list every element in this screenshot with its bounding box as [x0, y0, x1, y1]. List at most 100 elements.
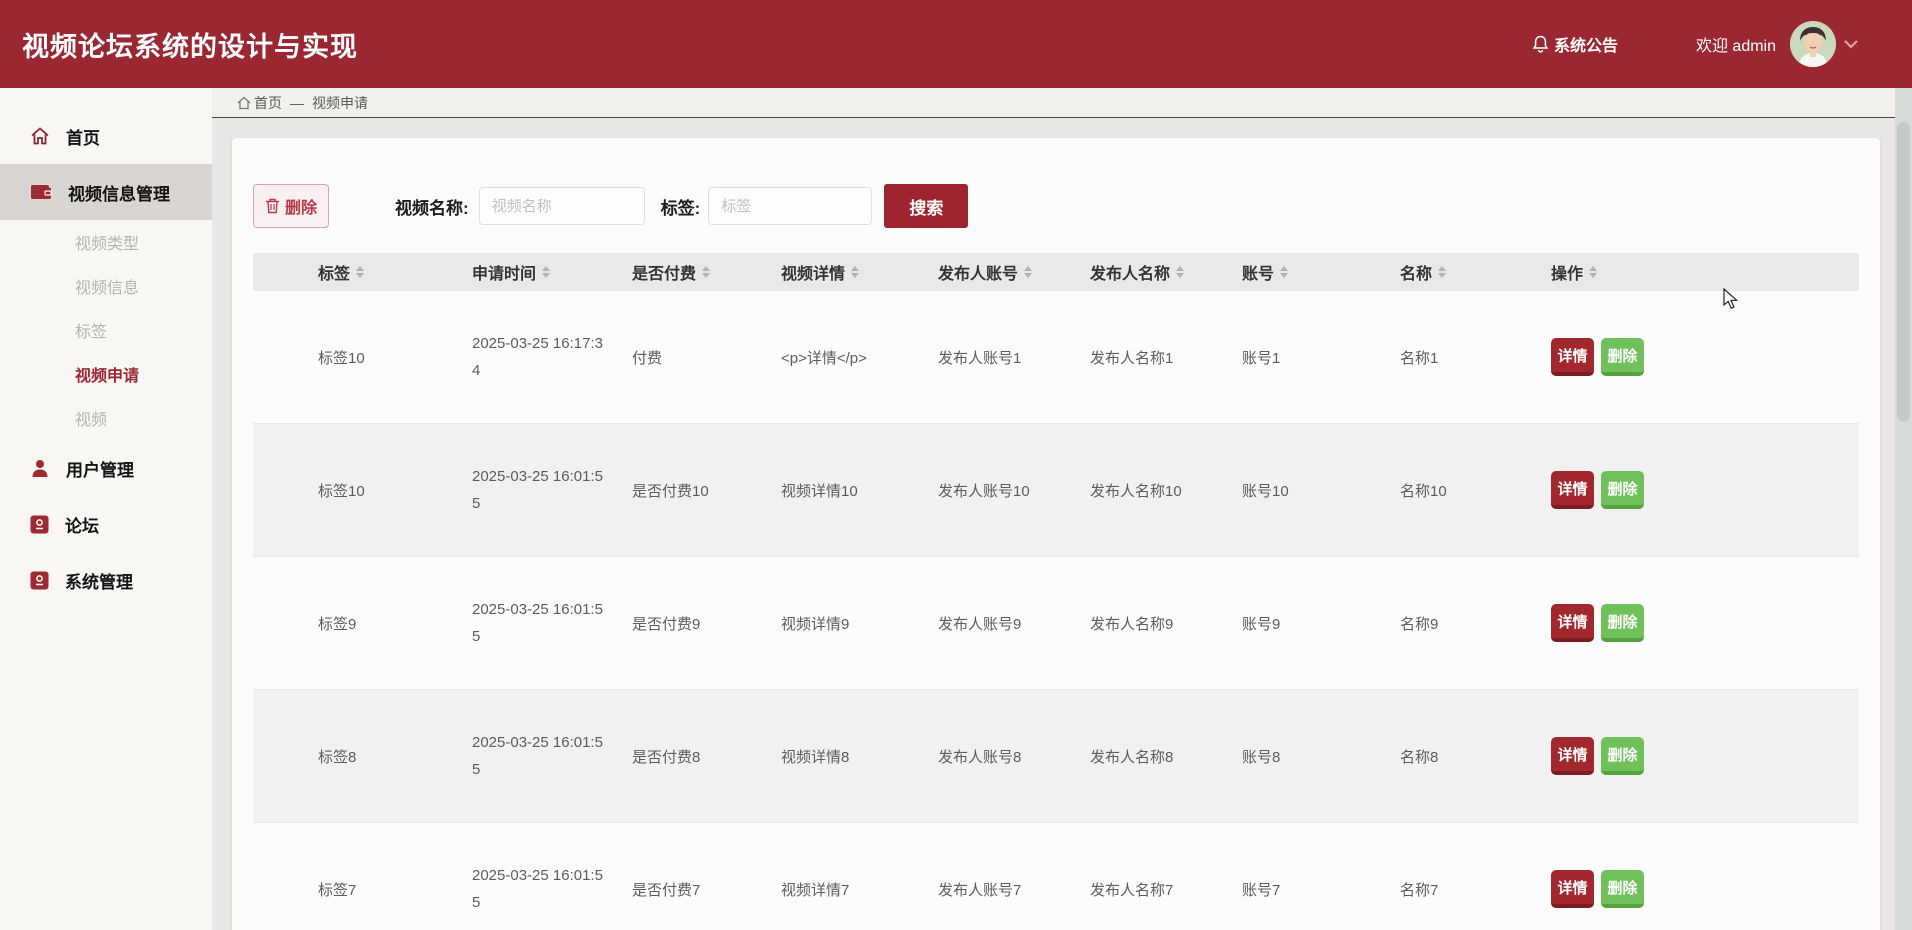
app-header: 视频论坛系统的设计与实现 系统公告 欢迎 admin [0, 0, 1912, 88]
bulk-delete-button[interactable]: 删除 [253, 184, 330, 228]
video-name-label: 视频名称: [395, 198, 469, 218]
cell-account: 账号8 [1242, 748, 1281, 766]
cell-publisher-name: 发布人名称9 [1090, 615, 1174, 633]
sidebar-item-label: 论坛 [65, 516, 99, 536]
cell-publisher-name: 发布人名称7 [1090, 881, 1174, 899]
sidebar-item-home[interactable]: 首页 [0, 108, 212, 164]
table-row: 标签7 2025-03-25 16:01:55 是否付费7 视频详情7 发布人账… [253, 823, 1859, 930]
column-header-paid[interactable]: 是否付费 [632, 260, 781, 284]
user-menu[interactable] [1790, 21, 1858, 67]
trash-icon [265, 198, 280, 214]
row-detail-button[interactable]: 详情 [1551, 870, 1594, 908]
cell-publisher-name: 发布人名称8 [1090, 748, 1174, 766]
sidebar-subitem-video-apply[interactable]: 视频申请 [0, 352, 212, 396]
cell-paid: 是否付费8 [632, 748, 701, 766]
cell-publisher-account: 发布人账号10 [938, 482, 1030, 500]
cell-publisher-account: 发布人账号8 [938, 748, 1022, 766]
cell-apply-time: 2025-03-25 16:17:34 [472, 335, 603, 379]
cell-name: 名称1 [1400, 349, 1439, 367]
row-delete-button[interactable]: 删除 [1601, 737, 1644, 775]
sort-icons [1438, 266, 1447, 278]
breadcrumb-home-icon [237, 96, 251, 110]
breadcrumb: 首页 — 视频申请 [212, 88, 1912, 118]
avatar[interactable] [1790, 21, 1836, 67]
data-table: 标签 申请时间 是否付费 视频详情 发布人账号 发布人名称 账号 名称 操作 标… [253, 253, 1859, 930]
sort-icons [1280, 266, 1289, 278]
cell-publisher-name: 发布人名称10 [1090, 482, 1182, 500]
sidebar-subitem-video-info[interactable]: 视频信息 [0, 264, 212, 308]
user-icon [30, 458, 50, 478]
column-header-video-detail[interactable]: 视频详情 [781, 260, 938, 284]
row-delete-button[interactable]: 删除 [1601, 604, 1644, 642]
cell-account: 账号1 [1242, 349, 1281, 367]
row-detail-button[interactable]: 详情 [1551, 471, 1594, 509]
sidebar-item-system-management[interactable]: 系统管理 [0, 552, 212, 608]
announcement-label: 系统公告 [1553, 38, 1618, 55]
sidebar-subitem-label: 视频类型 [75, 236, 140, 253]
row-detail-button[interactable]: 详情 [1551, 737, 1594, 775]
bell-icon [1532, 35, 1549, 53]
cell-publisher-account: 发布人账号1 [938, 349, 1022, 367]
cell-video-detail: 视频详情7 [781, 881, 850, 899]
bulk-delete-label: 删除 [285, 200, 318, 217]
row-detail-button[interactable]: 详情 [1551, 604, 1594, 642]
sidebar-item-label: 系统管理 [65, 572, 133, 592]
sidebar-item-forum[interactable]: 论坛 [0, 496, 212, 552]
cell-publisher-name: 发布人名称1 [1090, 349, 1174, 367]
column-header-tag[interactable]: 标签 [318, 260, 472, 284]
row-delete-button[interactable]: 删除 [1601, 471, 1644, 509]
video-name-input[interactable] [478, 187, 645, 225]
cell-account: 账号7 [1242, 881, 1281, 899]
sort-icons [542, 266, 551, 278]
sidebar: 首页 视频信息管理 视频类型 视频信息 标签 视频申请 视频 用户管理 论坛 系… [0, 88, 212, 930]
column-header-actions[interactable]: 操作 [1551, 260, 1859, 284]
row-delete-button[interactable]: 删除 [1601, 870, 1644, 908]
scrollbar-thumb[interactable] [1897, 122, 1910, 422]
sidebar-item-label: 视频信息管理 [68, 184, 170, 204]
cell-publisher-account: 发布人账号7 [938, 881, 1022, 899]
cell-paid: 是否付费10 [632, 482, 709, 500]
cell-tag: 标签8 [318, 748, 357, 766]
column-header-name[interactable]: 名称 [1400, 260, 1551, 284]
row-detail-button[interactable]: 详情 [1551, 338, 1594, 376]
cell-video-detail: 视频详情8 [781, 748, 850, 766]
cell-account: 账号9 [1242, 615, 1281, 633]
table-row: 标签8 2025-03-25 16:01:55 是否付费8 视频详情8 发布人账… [253, 690, 1859, 823]
cell-tag: 标签10 [318, 349, 365, 367]
sidebar-subitem-video[interactable]: 视频 [0, 396, 212, 440]
chevron-down-icon [1844, 39, 1858, 49]
sort-icons [851, 266, 860, 278]
sidebar-item-video-management[interactable]: 视频信息管理 [0, 164, 212, 220]
cell-video-detail: 视频详情10 [781, 482, 858, 500]
main-content: 删除 视频名称: 标签: 搜索 标签 申请时间 是否付费 视频详情 发布人账号 … [212, 119, 1912, 930]
cell-publisher-account: 发布人账号9 [938, 615, 1022, 633]
cell-actions: 详情 删除 [1551, 737, 1859, 775]
system-icon [30, 571, 49, 590]
app-title: 视频论坛系统的设计与实现 [22, 31, 358, 62]
sidebar-item-label: 首页 [66, 128, 100, 148]
sidebar-subitem-label: 视频信息 [75, 280, 140, 297]
cell-apply-time: 2025-03-25 16:01:55 [472, 867, 603, 911]
sort-icons [356, 266, 365, 278]
sidebar-subitem-label: 视频 [75, 412, 108, 429]
cell-name: 名称7 [1400, 881, 1439, 899]
vertical-scrollbar[interactable] [1895, 88, 1912, 930]
tag-input[interactable] [708, 187, 873, 225]
sidebar-item-user-management[interactable]: 用户管理 [0, 440, 212, 496]
row-delete-button[interactable]: 删除 [1601, 338, 1644, 376]
home-icon [30, 126, 50, 146]
breadcrumb-home-link[interactable]: 首页 [237, 93, 282, 113]
announcement-button[interactable]: 系统公告 [1532, 32, 1618, 56]
column-header-apply-time[interactable]: 申请时间 [472, 260, 632, 284]
column-header-publisher-name[interactable]: 发布人名称 [1090, 260, 1242, 284]
cell-actions: 详情 删除 [1551, 870, 1859, 908]
sort-icons [702, 266, 711, 278]
column-header-publisher-account[interactable]: 发布人账号 [938, 260, 1090, 284]
cell-paid: 是否付费9 [632, 615, 701, 633]
search-button[interactable]: 搜索 [884, 184, 969, 228]
column-header-account[interactable]: 账号 [1242, 260, 1400, 284]
cell-tag: 标签7 [318, 881, 357, 899]
sidebar-subitem-tag[interactable]: 标签 [0, 308, 212, 352]
sidebar-subitem-video-type[interactable]: 视频类型 [0, 220, 212, 264]
sidebar-subitem-label: 标签 [75, 324, 108, 341]
